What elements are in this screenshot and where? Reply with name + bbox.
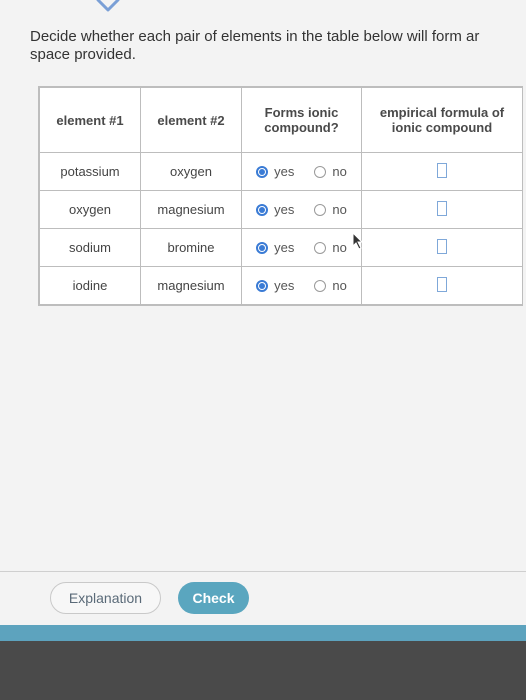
- header-formula-line-2: ionic compound: [391, 120, 493, 135]
- formula-cell: [361, 228, 523, 267]
- row-element-1: oxygen: [39, 190, 141, 229]
- mouse-pointer-icon: [352, 231, 364, 250]
- formula-input[interactable]: [437, 238, 447, 254]
- ionic-radio-group: yes no: [241, 228, 362, 267]
- radio-no[interactable]: no: [314, 278, 347, 293]
- radio-yes-indicator[interactable]: [256, 165, 269, 178]
- row-element-2: magnesium: [140, 266, 242, 305]
- radio-no[interactable]: no: [314, 240, 347, 255]
- footer-bar: [0, 625, 526, 641]
- elements-table: element #1 element #2 Forms ionic compou…: [38, 86, 523, 306]
- prompt-line-2: space provided.: [30, 46, 136, 63]
- question-prompt: Decide whether each pair of elements in …: [30, 28, 526, 64]
- radio-no-indicator[interactable]: [314, 203, 327, 216]
- screen-bezel: [0, 641, 526, 700]
- radio-no-indicator[interactable]: [314, 279, 327, 292]
- row-element-1: iodine: [39, 266, 141, 305]
- formula-input[interactable]: [437, 162, 447, 178]
- header-formula-line-1: empirical formula of: [379, 105, 505, 120]
- row-element-1: sodium: [39, 228, 141, 267]
- ionic-radio-group: yes no: [241, 152, 362, 191]
- row-element-2: magnesium: [140, 190, 242, 229]
- radio-yes[interactable]: yes: [256, 240, 294, 255]
- prompt-line-1: Decide whether each pair of elements in …: [30, 28, 480, 45]
- header-empirical-formula: empirical formula of ionic compound: [361, 87, 523, 153]
- formula-cell: [361, 266, 523, 305]
- row-element-2: bromine: [140, 228, 242, 267]
- header-element-1: element #1: [39, 87, 141, 153]
- ionic-radio-group: yes no: [241, 266, 362, 305]
- explanation-button[interactable]: Explanation: [50, 582, 161, 614]
- chevron-down-icon[interactable]: [93, 0, 123, 16]
- header-forms-ionic-line-1: Forms ionic: [264, 105, 339, 120]
- divider: [0, 571, 526, 572]
- formula-input[interactable]: [437, 276, 447, 292]
- header-element-2: element #2: [140, 87, 242, 153]
- radio-no-indicator[interactable]: [314, 241, 327, 254]
- radio-no[interactable]: no: [314, 164, 347, 179]
- table-row: sodium bromine yes no: [39, 228, 523, 267]
- ionic-radio-group: yes no: [241, 190, 362, 229]
- radio-yes-indicator[interactable]: [256, 203, 269, 216]
- radio-yes[interactable]: yes: [256, 164, 294, 179]
- table-row: iodine magnesium yes no: [39, 266, 523, 305]
- radio-no[interactable]: no: [314, 202, 347, 217]
- table-row: potassium oxygen yes no: [39, 152, 523, 191]
- header-forms-ionic-line-2: compound?: [264, 120, 339, 135]
- radio-yes[interactable]: yes: [256, 202, 294, 217]
- radio-yes-indicator[interactable]: [256, 279, 269, 292]
- formula-cell: [361, 152, 523, 191]
- check-button[interactable]: Check: [178, 582, 249, 614]
- formula-input[interactable]: [437, 200, 447, 216]
- table-row: oxygen magnesium yes no: [39, 190, 523, 229]
- header-forms-ionic: Forms ionic compound?: [241, 87, 362, 153]
- radio-no-indicator[interactable]: [314, 165, 327, 178]
- formula-cell: [361, 190, 523, 229]
- row-element-2: oxygen: [140, 152, 242, 191]
- row-element-1: potassium: [39, 152, 141, 191]
- radio-yes[interactable]: yes: [256, 278, 294, 293]
- table-header-row: element #1 element #2 Forms ionic compou…: [39, 87, 523, 153]
- radio-yes-indicator[interactable]: [256, 241, 269, 254]
